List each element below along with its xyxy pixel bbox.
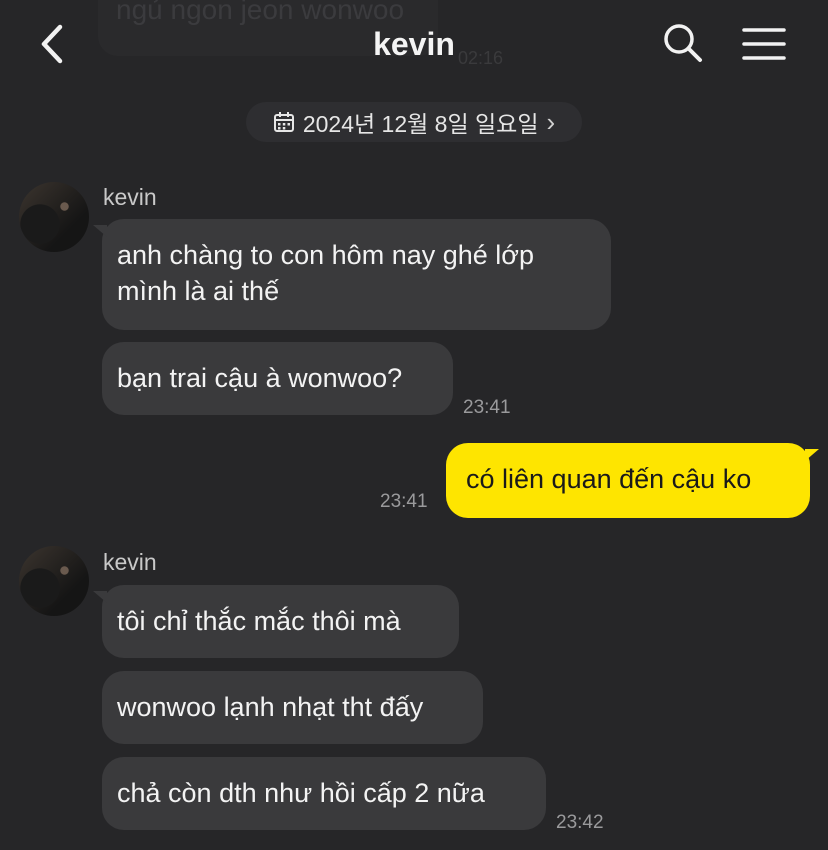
avatar[interactable] — [19, 546, 89, 616]
date-divider[interactable]: 2024년 12월 8일 일요일 › — [246, 102, 582, 142]
message-time: 23:41 — [463, 397, 511, 418]
chat-header: kevin — [0, 0, 828, 88]
date-label: 2024년 12월 8일 일요일 — [302, 111, 539, 137]
message-text: anh chàng to con hôm nay ghé lớp mình là… — [117, 240, 534, 306]
menu-button[interactable] — [742, 26, 786, 62]
message-bubble[interactable]: bạn trai cậu à wonwoo? — [102, 342, 453, 415]
message-bubble[interactable]: wonwoo lạnh nhạt tht đấy — [102, 671, 483, 744]
calendar-icon — [273, 112, 294, 132]
message-text: chả còn dth như hồi cấp 2 nữa — [117, 778, 485, 808]
message-bubble[interactable]: chả còn dth như hồi cấp 2 nữa — [102, 757, 546, 830]
menu-icon — [742, 28, 786, 60]
message-text: tôi chỉ thắc mắc thôi mà — [117, 606, 401, 636]
chevron-right-icon: › — [546, 106, 556, 137]
message-time: 23:41 — [380, 491, 428, 512]
message-text: wonwoo lạnh nhạt tht đấy — [117, 692, 424, 722]
my-message-bubble[interactable]: có liên quan đến cậu ko — [446, 443, 819, 518]
message-text: bạn trai cậu à wonwoo? — [117, 363, 403, 393]
message-bubble[interactable]: anh chàng to con hôm nay ghé lớp mình là… — [93, 219, 611, 330]
sender-name: kevin — [103, 184, 157, 210]
message-text: có liên quan đến cậu ko — [466, 464, 752, 494]
search-button[interactable] — [662, 22, 704, 64]
message-bubble[interactable]: tôi chỉ thắc mắc thôi mà — [93, 585, 459, 658]
sender-name: kevin — [103, 549, 157, 575]
search-icon — [664, 24, 702, 62]
message-time: 23:42 — [556, 812, 604, 833]
avatar[interactable] — [19, 182, 89, 252]
